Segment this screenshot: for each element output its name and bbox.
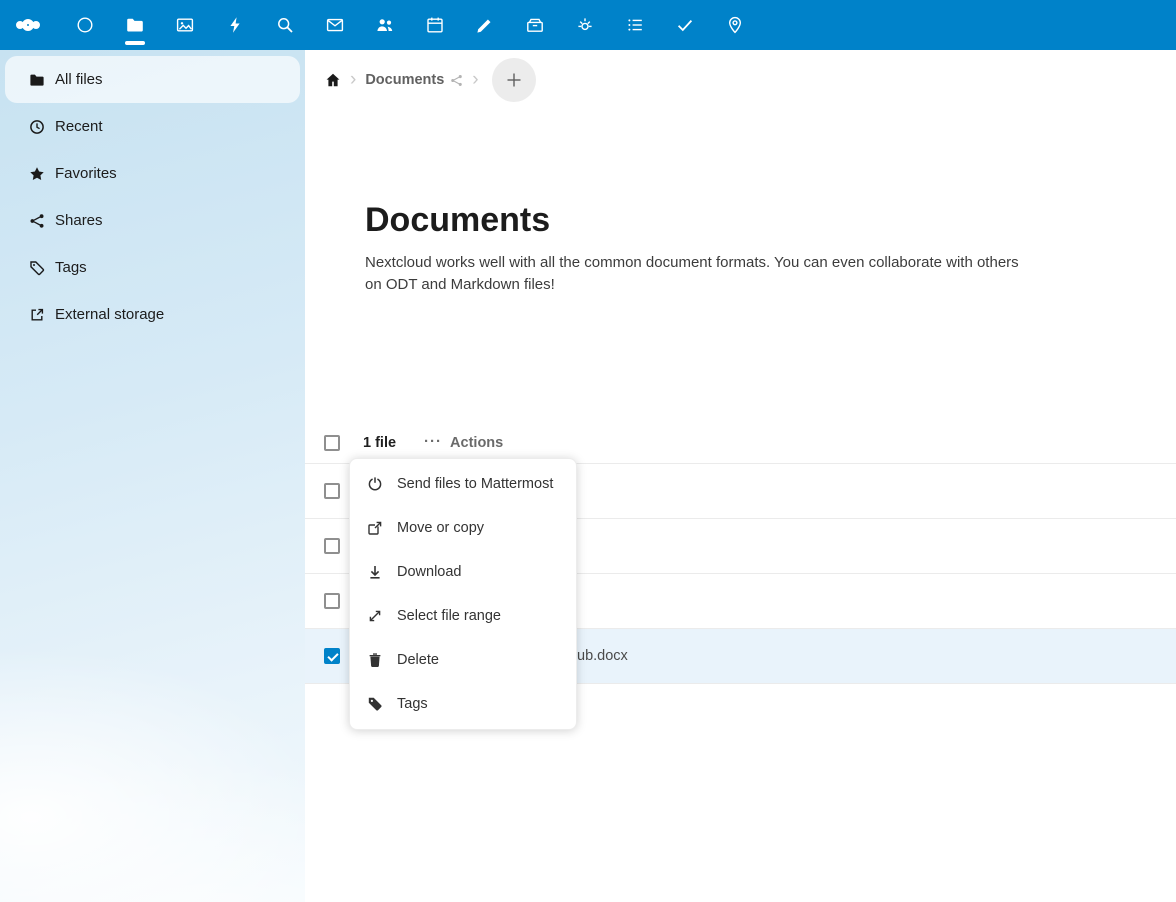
sidebar: All files Recent Favorites Shares Tags E… xyxy=(0,50,305,902)
sidebar-item-label: Shares xyxy=(55,212,103,229)
mattermost-icon xyxy=(367,476,383,492)
menu-item-label: Move or copy xyxy=(397,520,484,536)
download-icon xyxy=(367,564,383,580)
app-mail[interactable] xyxy=(310,0,360,50)
trash-icon xyxy=(367,652,383,668)
folder-icon xyxy=(125,15,145,35)
menu-item-move-or-copy[interactable]: Move or copy xyxy=(350,506,576,550)
external-link-icon xyxy=(29,307,45,323)
app-photos[interactable] xyxy=(160,0,210,50)
selection-summary: 1 file xyxy=(363,435,396,451)
share-icon xyxy=(29,213,45,229)
menu-item-label: Tags xyxy=(397,696,428,712)
circle-icon xyxy=(75,15,95,35)
share-icon[interactable] xyxy=(450,74,463,87)
app-maps[interactable] xyxy=(710,0,760,50)
select-range-icon xyxy=(367,608,383,624)
sidebar-item-favorites[interactable]: Favorites xyxy=(5,150,300,197)
app-activity[interactable] xyxy=(210,0,260,50)
sidebar-item-label: Favorites xyxy=(55,165,117,182)
app-tasks[interactable] xyxy=(610,0,660,50)
menu-item-label: Select file range xyxy=(397,608,501,624)
bolt-icon xyxy=(225,15,245,35)
menu-item-label: Delete xyxy=(397,652,439,668)
app-calendar[interactable] xyxy=(410,0,460,50)
list-icon xyxy=(625,15,645,35)
app-files[interactable] xyxy=(110,0,160,50)
sun-icon xyxy=(575,15,595,35)
chevron-right-icon: › xyxy=(472,70,478,89)
breadcrumb: › Documents › xyxy=(305,50,536,110)
menu-item-download[interactable]: Download xyxy=(350,550,576,594)
folder-description: Nextcloud works well with all the common… xyxy=(365,252,1037,295)
row-checkbox-checked[interactable] xyxy=(324,648,340,664)
menu-item-delete[interactable]: Delete xyxy=(350,638,576,682)
actions-button-label: Actions xyxy=(450,435,503,451)
topbar xyxy=(0,0,1176,50)
main-content: › Documents › Documents Nextcloud works … xyxy=(305,50,1176,902)
app-menu xyxy=(60,0,760,50)
sidebar-item-label: External storage xyxy=(55,306,164,323)
check-icon xyxy=(675,15,695,35)
tag-icon xyxy=(367,696,383,712)
sidebar-item-label: Recent xyxy=(55,118,103,135)
actions-button[interactable]: ··· Actions xyxy=(424,434,503,451)
app-recommendations[interactable] xyxy=(560,0,610,50)
page-title: Documents xyxy=(365,201,550,240)
chevron-right-icon: › xyxy=(350,70,356,89)
add-button[interactable] xyxy=(492,58,536,102)
sidebar-item-label: Tags xyxy=(55,259,87,276)
breadcrumb-current[interactable]: Documents xyxy=(365,72,444,88)
row-checkbox[interactable] xyxy=(324,538,340,554)
sidebar-item-tags[interactable]: Tags xyxy=(5,244,300,291)
row-checkbox[interactable] xyxy=(324,483,340,499)
nextcloud-logo[interactable] xyxy=(16,19,40,31)
home-icon[interactable] xyxy=(325,72,341,88)
magnifier-icon xyxy=(275,15,295,35)
calendar-icon xyxy=(425,15,445,35)
sidebar-nav: All files Recent Favorites Shares Tags E… xyxy=(0,50,305,338)
star-icon xyxy=(29,166,45,182)
tag-icon xyxy=(29,260,45,276)
select-all-checkbox[interactable] xyxy=(324,435,340,451)
people-icon xyxy=(375,15,395,35)
app-notes[interactable] xyxy=(460,0,510,50)
folder-icon xyxy=(29,72,45,88)
sidebar-item-all-files[interactable]: All files xyxy=(5,56,300,103)
sidebar-item-label: All files xyxy=(55,71,103,88)
sidebar-item-external-storage[interactable]: External storage xyxy=(5,291,300,338)
map-pin-icon xyxy=(725,15,745,35)
sidebar-item-shares[interactable]: Shares xyxy=(5,197,300,244)
app-dashboard[interactable] xyxy=(60,0,110,50)
menu-item-label: Download xyxy=(397,564,462,580)
move-copy-icon xyxy=(367,520,383,536)
sidebar-item-recent[interactable]: Recent xyxy=(5,103,300,150)
app-contacts[interactable] xyxy=(360,0,410,50)
nextcloud-files-app: All files Recent Favorites Shares Tags E… xyxy=(0,0,1176,902)
row-checkbox[interactable] xyxy=(324,593,340,609)
menu-item-select-file-range[interactable]: Select file range xyxy=(350,594,576,638)
envelope-icon xyxy=(325,15,345,35)
app-approvals[interactable] xyxy=(660,0,710,50)
archive-icon xyxy=(525,15,545,35)
clock-icon xyxy=(29,119,45,135)
pencil-icon xyxy=(475,15,495,35)
image-icon xyxy=(175,15,195,35)
logo-circle-icon xyxy=(32,21,40,29)
app-search[interactable] xyxy=(260,0,310,50)
menu-item-tags[interactable]: Tags xyxy=(350,682,576,726)
plus-icon xyxy=(504,70,524,90)
actions-menu: Send files to Mattermost Move or copy Do… xyxy=(349,458,577,730)
ellipsis-icon: ··· xyxy=(424,433,442,450)
menu-item-label: Send files to Mattermost xyxy=(397,476,553,492)
app-deck[interactable] xyxy=(510,0,560,50)
file-name[interactable]: ub.docx xyxy=(577,648,628,664)
menu-item-send-to-mattermost[interactable]: Send files to Mattermost xyxy=(350,462,576,506)
